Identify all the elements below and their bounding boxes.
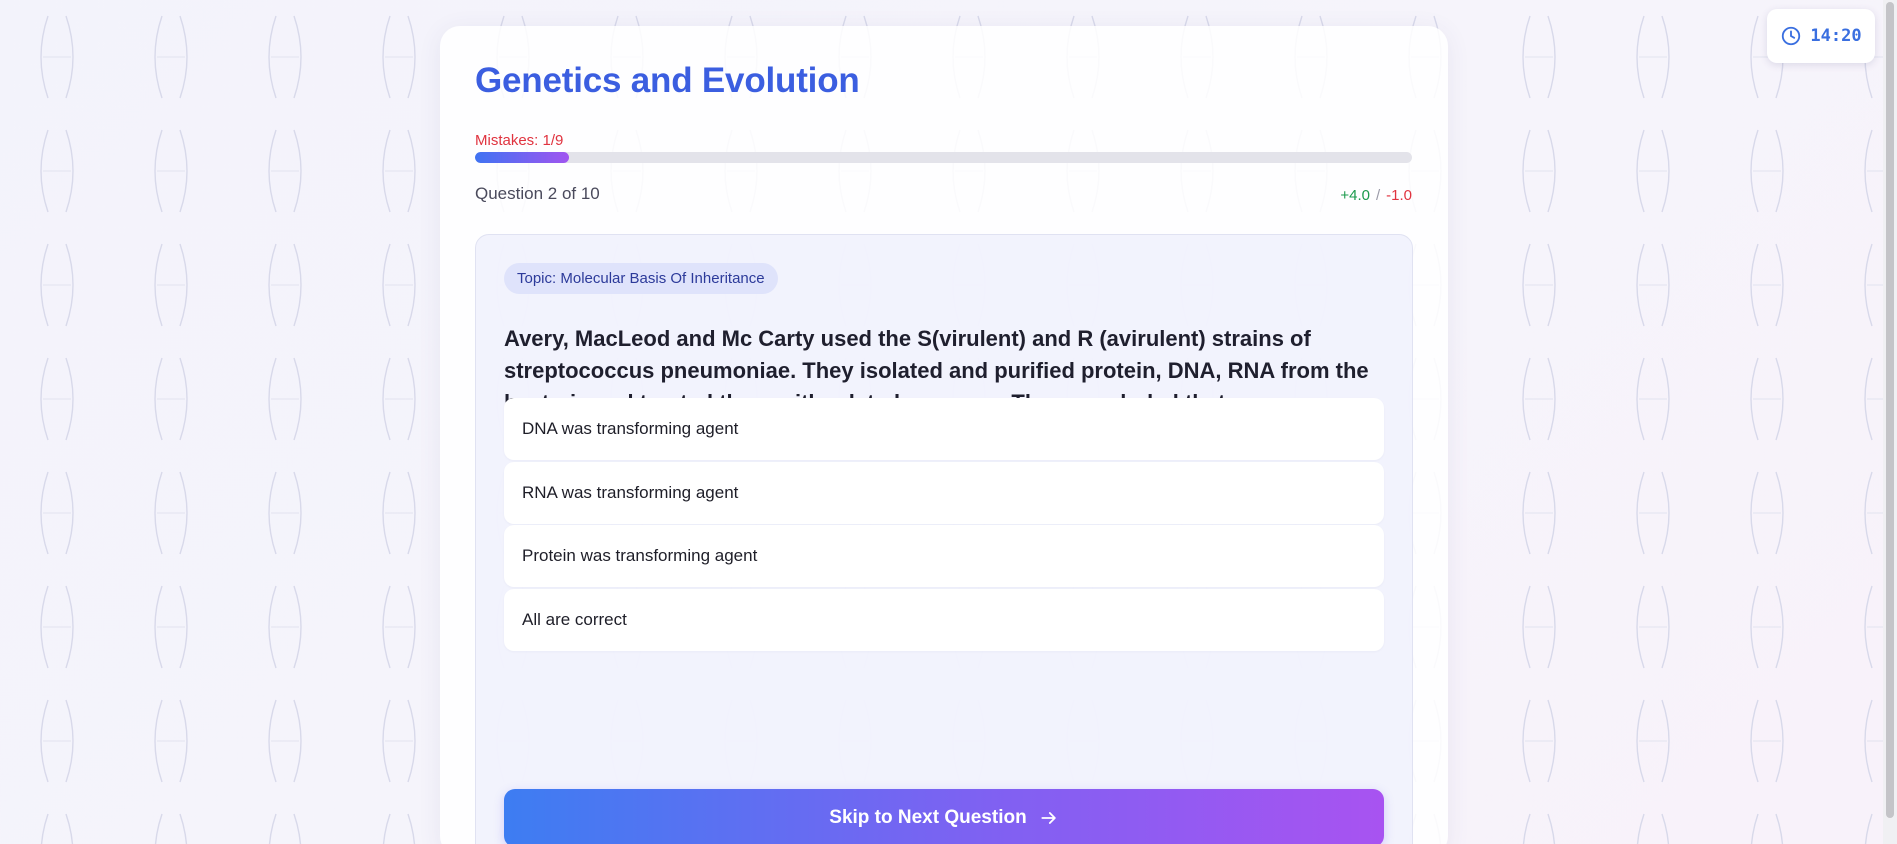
scrollbar-thumb[interactable] bbox=[1886, 2, 1894, 818]
question-counter: Question 2 of 10 bbox=[475, 184, 600, 203]
option-2[interactable]: RNA was transforming agent bbox=[504, 462, 1384, 524]
quiz-card: Genetics and Evolution Mistakes: 1/9 Que… bbox=[440, 26, 1448, 844]
page-scrollbar[interactable] bbox=[1883, 0, 1897, 844]
option-label: DNA was transforming agent bbox=[522, 419, 739, 438]
option-label: RNA was transforming agent bbox=[522, 483, 739, 502]
page-title: Genetics and Evolution bbox=[475, 61, 860, 100]
arrow-right-icon bbox=[1041, 812, 1056, 824]
timer-display: 14:20 bbox=[1767, 9, 1875, 63]
mistakes-counter: Mistakes: 1/9 bbox=[475, 132, 564, 149]
option-label: Protein was transforming agent bbox=[522, 546, 758, 565]
clock-icon bbox=[1782, 26, 1801, 46]
skip-to-next-button[interactable]: Skip to Next Question bbox=[504, 789, 1384, 844]
scoring-info: +4.0 / -1.0 bbox=[1340, 187, 1412, 204]
option-label: All are correct bbox=[522, 610, 627, 629]
question-panel: Topic: Molecular Basis Of Inheritance Av… bbox=[475, 234, 1413, 844]
option-1[interactable]: DNA was transforming agent bbox=[504, 398, 1384, 460]
topic-badge: Topic: Molecular Basis Of Inheritance bbox=[504, 263, 778, 294]
positive-score: +4.0 bbox=[1340, 187, 1370, 204]
progress-bar-fill bbox=[475, 152, 569, 163]
skip-button-label: Skip to Next Question bbox=[829, 807, 1027, 828]
negative-score: -1.0 bbox=[1386, 187, 1412, 204]
timer-text: 14:20 bbox=[1810, 26, 1862, 46]
option-4[interactable]: All are correct bbox=[504, 589, 1384, 651]
score-separator: / bbox=[1375, 187, 1381, 204]
option-3[interactable]: Protein was transforming agent bbox=[504, 525, 1384, 587]
progress-bar bbox=[475, 152, 1412, 163]
